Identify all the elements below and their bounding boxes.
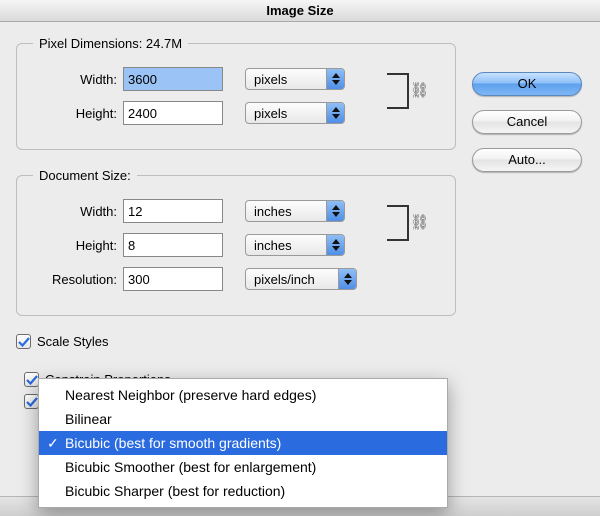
ds-width-unit-select[interactable]: inches — [245, 200, 345, 222]
resample-menu-item[interactable]: Bicubic (best for smooth gradients) — [39, 431, 447, 455]
stepper-icon — [326, 103, 344, 123]
stepper-icon — [338, 269, 356, 289]
ds-resolution-unit-label: pixels/inch — [254, 272, 315, 287]
chain-icon: ⛓ — [410, 81, 429, 99]
checkbox-icon — [24, 372, 39, 387]
pd-height-unit-select[interactable]: pixels — [245, 102, 345, 124]
ds-resolution-unit-select[interactable]: pixels/inch — [245, 268, 357, 290]
ds-height-label: Height: — [33, 238, 123, 253]
cancel-button[interactable]: Cancel — [472, 110, 582, 134]
checkbox-icon — [16, 334, 31, 349]
ds-height-unit-select[interactable]: inches — [245, 234, 345, 256]
ds-width-unit-label: inches — [254, 204, 292, 219]
ds-width-label: Width: — [33, 204, 123, 219]
scale-styles-label: Scale Styles — [37, 334, 109, 349]
ds-resolution-input[interactable] — [123, 267, 223, 291]
pd-width-unit-label: pixels — [254, 72, 287, 87]
stepper-icon — [326, 69, 344, 89]
ds-height-unit-label: inches — [254, 238, 292, 253]
resample-method-menu: Nearest Neighbor (preserve hard edges)Bi… — [38, 378, 448, 508]
chain-icon: ⛓ — [410, 213, 429, 231]
link-bracket-icon — [387, 205, 409, 241]
pd-width-unit-select[interactable]: pixels — [245, 68, 345, 90]
stepper-icon — [326, 201, 344, 221]
scale-styles-checkbox[interactable]: Scale Styles — [16, 334, 456, 349]
resample-checkbox[interactable] — [24, 394, 39, 411]
pd-width-input[interactable] — [123, 67, 223, 91]
stepper-icon — [326, 235, 344, 255]
resample-menu-item[interactable]: Bicubic Smoother (best for enlargement) — [39, 455, 447, 479]
pd-height-label: Height: — [33, 106, 123, 121]
pixel-dimensions-legend: Pixel Dimensions: 24.7M — [33, 36, 188, 51]
link-bracket-icon — [387, 73, 409, 109]
ds-width-input[interactable] — [123, 199, 223, 223]
dialog-title: Image Size — [0, 0, 600, 22]
pd-height-unit-label: pixels — [254, 106, 287, 121]
pd-width-label: Width: — [33, 72, 123, 87]
pd-height-input[interactable] — [123, 101, 223, 125]
resample-menu-item[interactable]: Bilinear — [39, 407, 447, 431]
document-size-legend: Document Size: — [33, 168, 137, 183]
auto-button[interactable]: Auto... — [472, 148, 582, 172]
resample-menu-item[interactable]: Nearest Neighbor (preserve hard edges) — [39, 383, 447, 407]
pixel-dimensions-group: Pixel Dimensions: 24.7M Width: pixels He… — [16, 36, 456, 150]
checkbox-icon — [24, 394, 39, 409]
ds-resolution-label: Resolution: — [33, 272, 123, 287]
document-size-group: Document Size: Width: inches Height: inc… — [16, 168, 456, 316]
ok-button[interactable]: OK — [472, 72, 582, 96]
resample-menu-item[interactable]: Bicubic Sharper (best for reduction) — [39, 479, 447, 503]
ds-height-input[interactable] — [123, 233, 223, 257]
